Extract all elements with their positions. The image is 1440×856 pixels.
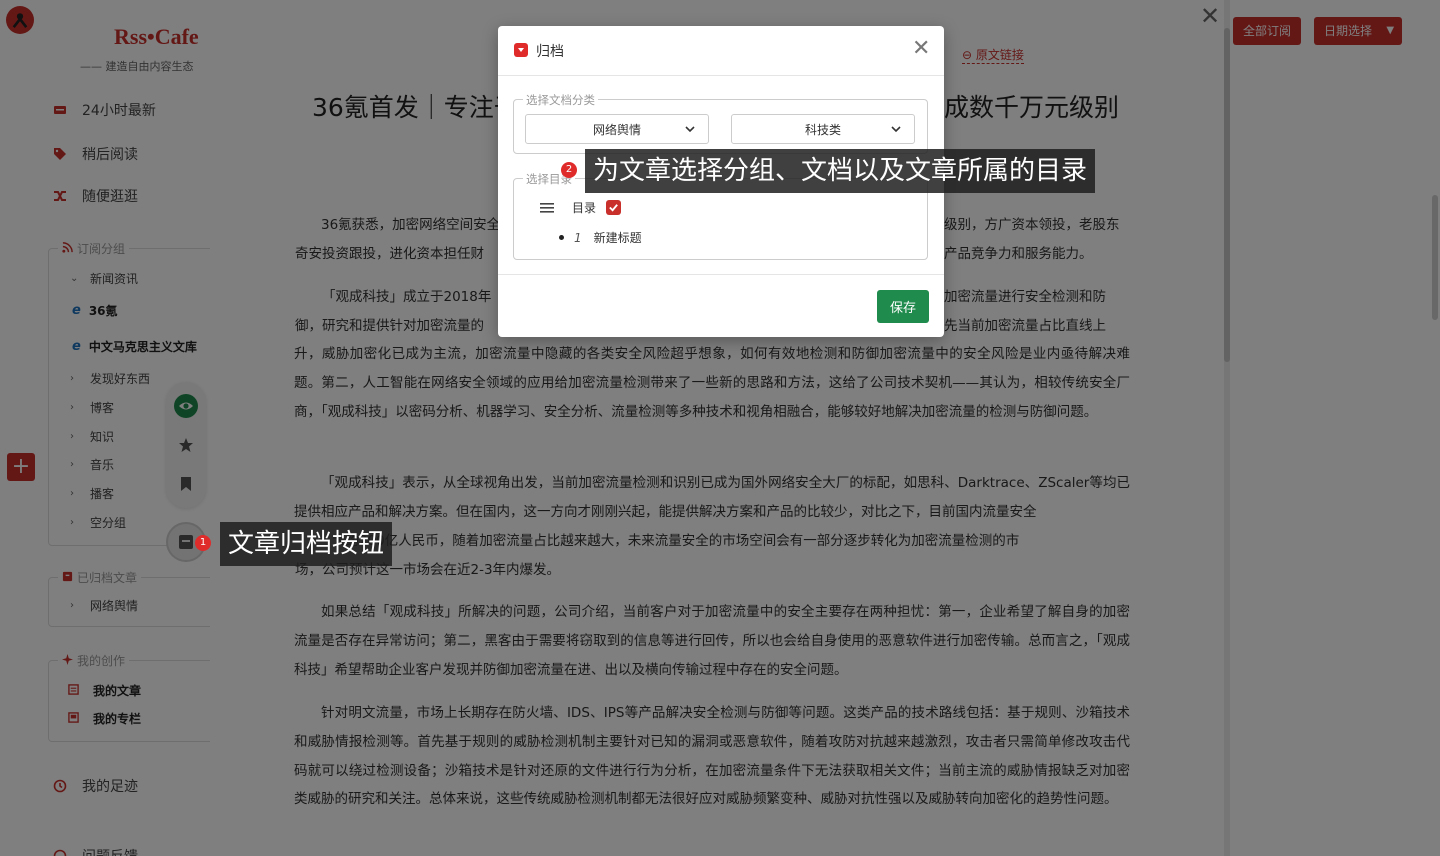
callout-badge: 2 — [561, 162, 577, 178]
chevron-down-icon — [891, 126, 901, 133]
callout-archive-button: 文章归档按钮 — [220, 522, 393, 566]
directory-root[interactable]: 目录 — [540, 199, 622, 216]
directory-checkbox[interactable] — [606, 200, 622, 215]
directory-sub-item[interactable]: 1 新建标题 — [559, 229, 642, 246]
modal-header: 归档 ✕ — [498, 26, 944, 76]
archive-icon — [514, 43, 528, 57]
category-legend: 选择文档分类 — [523, 92, 598, 108]
modal-divider — [498, 274, 944, 275]
group-select[interactable]: 网络舆情 — [525, 114, 709, 144]
callout-badge: 1 — [195, 535, 211, 551]
chevron-down-icon — [685, 126, 695, 133]
close-icon[interactable]: ✕ — [912, 36, 930, 61]
bullet-icon — [559, 235, 564, 240]
document-select[interactable]: 科技类 — [731, 114, 915, 144]
drag-handle-icon[interactable] — [540, 202, 554, 213]
callout-select-directory: 为文章选择分组、文档以及文章所属的目录 — [585, 149, 1096, 193]
modal-title: 归档 — [536, 44, 564, 60]
save-button[interactable]: 保存 — [877, 290, 929, 323]
